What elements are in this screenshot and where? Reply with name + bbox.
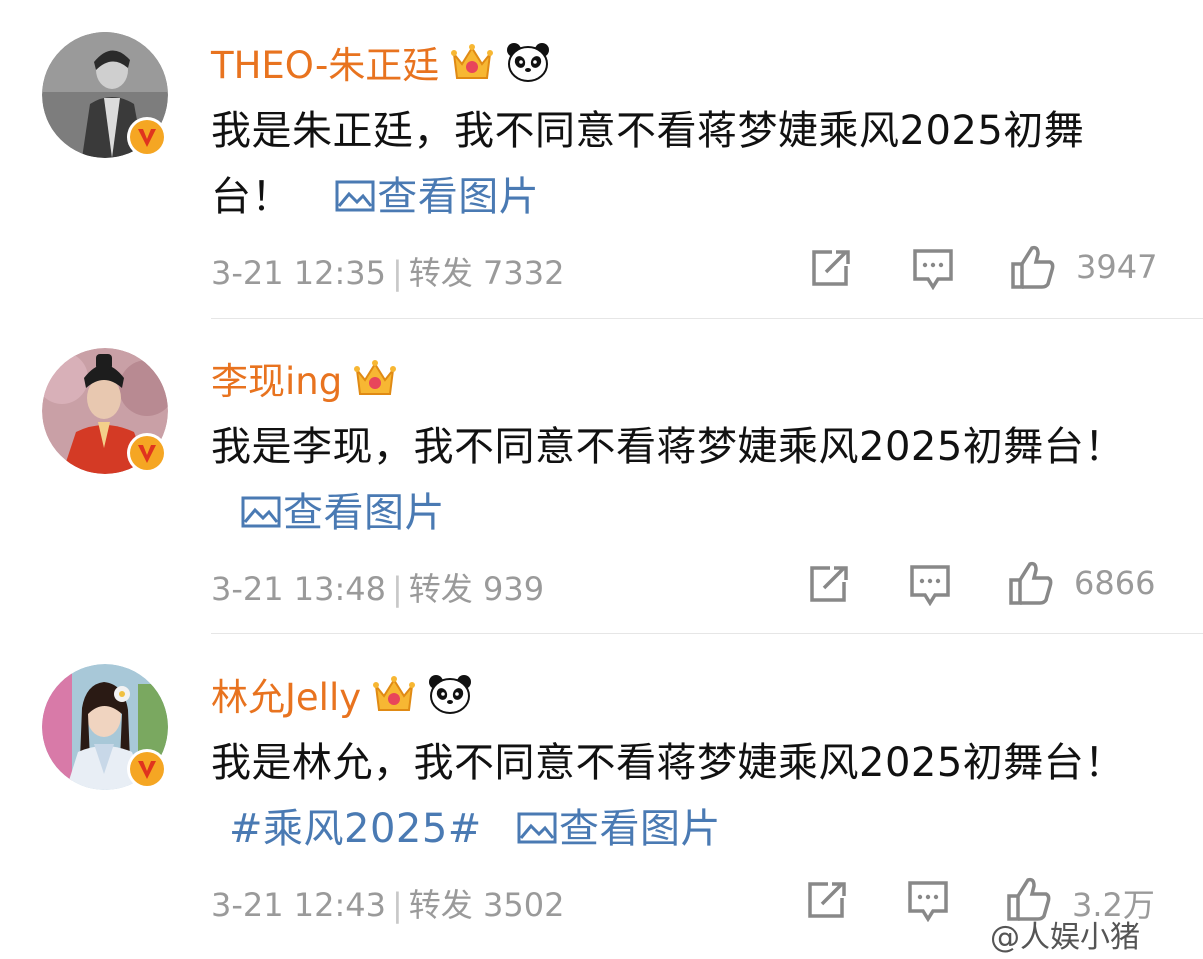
thumbs-up-icon[interactable]: [1008, 560, 1054, 606]
repost-label: 转发: [408, 570, 473, 608]
divider: [211, 633, 1203, 634]
name-row: 林允Jelly: [211, 669, 473, 719]
comment-icon[interactable]: [909, 564, 951, 606]
timestamp: 3-21 12:35: [211, 254, 387, 292]
image-icon: [517, 812, 557, 844]
thumbs-up-icon[interactable]: [1010, 244, 1056, 290]
view-image-label: 查看图片: [559, 806, 722, 852]
view-image-link[interactable]: 查看图片: [241, 490, 445, 536]
image-icon: [241, 496, 281, 528]
comment-body: 我是林允，我不同意不看蒋梦婕乘风2025初舞台！: [211, 740, 1125, 786]
avatar[interactable]: [42, 664, 168, 790]
panda-icon: [507, 43, 550, 82]
verified-v-icon: [127, 117, 167, 157]
verified-v-icon: [127, 433, 167, 473]
view-image-label: 查看图片: [377, 174, 540, 220]
comment-text: 我是李现，我不同意不看蒋梦婕乘风2025初舞台！ 查看图片: [211, 414, 1151, 546]
comment-meta: 3-21 12:43 | 转发 3502: [211, 886, 565, 924]
watermark: @人娱小猪: [990, 920, 1140, 955]
share-icon[interactable]: [806, 880, 848, 920]
image-icon: [335, 180, 375, 212]
crown-badge-icon: [373, 676, 416, 711]
username[interactable]: THEO-朱正廷: [211, 35, 439, 89]
timestamp: 3-21 13:48: [211, 570, 387, 608]
verified-v-icon: [127, 749, 167, 789]
repost-count: 3502: [482, 886, 565, 924]
weibo-comment-list: THEO-朱正廷 我是朱正廷，我不同意不看蒋梦婕乘风2025初舞台！ 查看图片 …: [0, 0, 1203, 959]
comment-text: 我是朱正廷，我不同意不看蒋梦婕乘风2025初舞台！ 查看图片: [211, 98, 1151, 230]
comment-meta: 3-21 13:48 | 转发 939: [211, 570, 545, 608]
name-row: THEO-朱正廷: [211, 37, 551, 87]
username[interactable]: 林允Jelly: [211, 667, 361, 721]
repost-label: 转发: [408, 886, 473, 924]
like-count: 6866: [1074, 564, 1156, 602]
view-image-label: 查看图片: [283, 490, 445, 536]
crown-badge-icon: [451, 44, 494, 79]
share-icon[interactable]: [808, 564, 850, 604]
name-row: 李现ing: [211, 353, 398, 403]
comment-icon[interactable]: [907, 880, 949, 922]
divider: [211, 318, 1203, 319]
comment-meta: 3-21 12:35 | 转发 7332: [211, 254, 565, 292]
comment-text: 我是林允，我不同意不看蒋梦婕乘风2025初舞台！ #乘风2025# 查看图片: [211, 730, 1151, 862]
repost-label: 转发: [408, 254, 473, 292]
share-icon[interactable]: [810, 248, 852, 288]
repost-count: 7332: [482, 254, 565, 292]
like-count: 3947: [1076, 248, 1158, 286]
username[interactable]: 李现ing: [211, 351, 342, 405]
comment-body: 我是李现，我不同意不看蒋梦婕乘风2025初舞台！: [211, 424, 1125, 470]
avatar[interactable]: [42, 348, 168, 474]
hashtag-link[interactable]: #乘风2025#: [229, 806, 482, 852]
view-image-link[interactable]: 查看图片: [335, 174, 539, 220]
comment-icon[interactable]: [912, 248, 954, 290]
avatar[interactable]: [42, 32, 168, 158]
view-image-link[interactable]: 查看图片: [517, 806, 721, 852]
timestamp: 3-21 12:43: [211, 886, 387, 924]
repost-count: 939: [482, 570, 545, 608]
panda-icon: [429, 675, 472, 714]
crown-badge-icon: [354, 360, 397, 395]
